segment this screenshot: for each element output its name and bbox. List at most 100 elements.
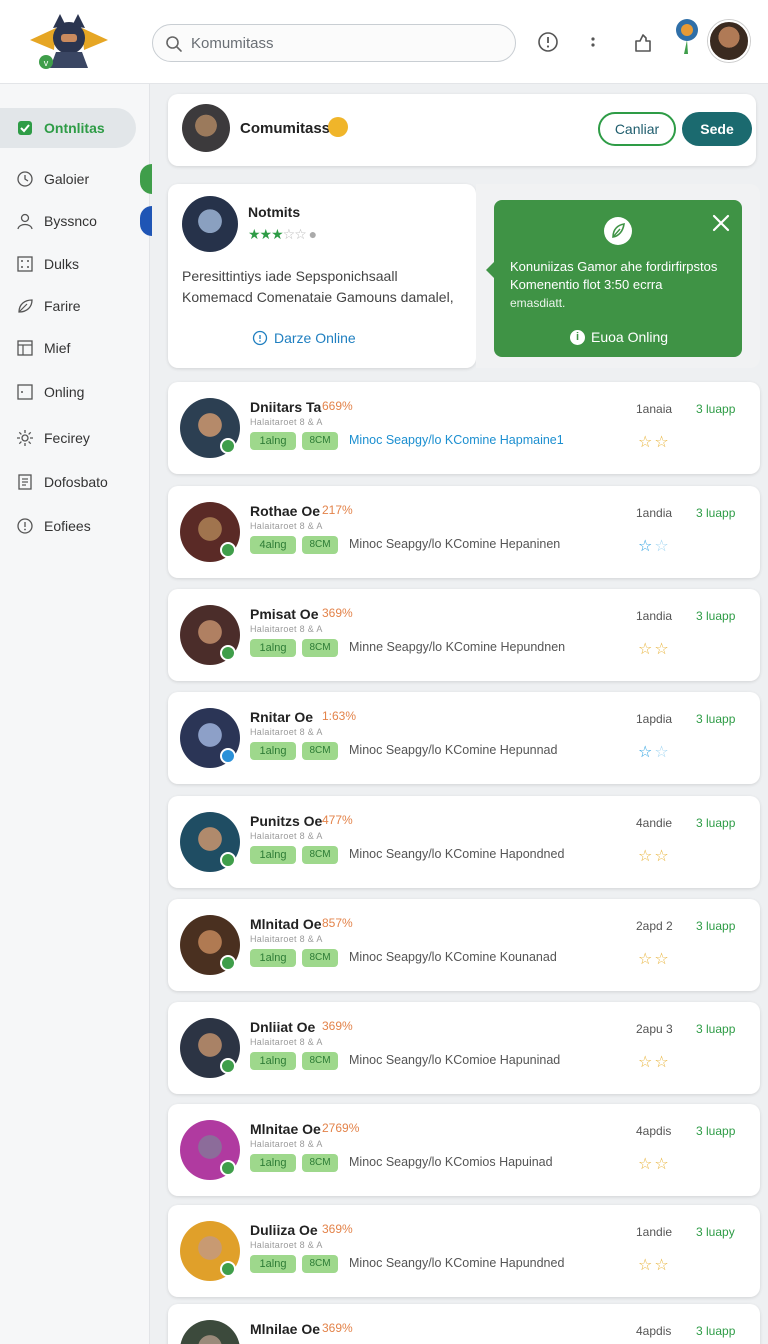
- tag-badge[interactable]: 8CM: [302, 949, 338, 967]
- player-avatar[interactable]: [180, 1320, 240, 1344]
- row-loop-link[interactable]: 3 luapp: [696, 1022, 735, 1036]
- tag-badge[interactable]: 1alng: [250, 432, 296, 450]
- star-rating-icon[interactable]: ☆☆: [638, 536, 671, 556]
- sidebar-item-ontnlitas[interactable]: Ontnlitas: [0, 108, 136, 148]
- player-percentage: 369%: [322, 1019, 353, 1033]
- table-row[interactable]: Punitzs Oe 477% Halaitaroet 8 & A 1alng 8CM M…: [168, 796, 760, 888]
- table-row[interactable]: Duliiza Oe 369% Halaitaroet 8 & A 1alng 8CM M…: [168, 1205, 760, 1297]
- player-subtitle: Halaitaroet 8 & A: [250, 1240, 323, 1250]
- sidebar-item-dulks[interactable]: Dulks: [0, 244, 150, 284]
- sidebar-tab-green[interactable]: [140, 164, 152, 194]
- user-icon: [17, 213, 33, 230]
- star-rating-icon[interactable]: ☆☆: [638, 1255, 671, 1275]
- tag-badge[interactable]: 1alng: [250, 1255, 296, 1273]
- star-rating-icon[interactable]: ☆☆: [638, 949, 671, 969]
- status-badge-icon: [220, 542, 236, 558]
- table-row[interactable]: Rothae Oe 217% Halaitaroet 8 & A 4alng 8CM Mi…: [168, 486, 760, 578]
- player-percentage: 369%: [322, 1321, 353, 1335]
- sidebar-item-label: Farire: [44, 298, 81, 314]
- profile-link-label: Darze Online: [274, 330, 356, 346]
- star-rating-icon[interactable]: ☆☆: [638, 432, 671, 452]
- search-input[interactable]: [191, 33, 501, 53]
- sidebar-item-mief[interactable]: Mief: [0, 328, 150, 368]
- send-button[interactable]: Sede: [682, 112, 752, 146]
- tag-badge[interactable]: 1alng: [250, 1052, 296, 1070]
- status-badge-icon: [220, 1160, 236, 1176]
- row-loop-link[interactable]: 3 luapp: [696, 506, 735, 520]
- tag-badge[interactable]: 8CM: [302, 639, 338, 657]
- tag-badge[interactable]: 8CM: [302, 742, 338, 760]
- star-rating-icon[interactable]: ☆☆: [638, 1052, 671, 1072]
- star-rating-icon[interactable]: ☆☆: [638, 742, 671, 762]
- player-description: Minoc Seapgy/lo KComine Kounanad: [349, 950, 557, 964]
- row-loop-link[interactable]: 3 luapp: [696, 816, 735, 830]
- tag-badge[interactable]: 4alng: [250, 536, 296, 554]
- player-percentage: 857%: [322, 916, 353, 930]
- profile-name: Notmits: [248, 204, 301, 220]
- sidebar-item-farire[interactable]: Farire: [0, 286, 150, 326]
- community-title: Comumitass: [240, 120, 331, 137]
- table-row[interactable]: Mlnitad Oe 857% Halaitaroet 8 & A 1alng 8CM M…: [168, 899, 760, 991]
- sidebar-item-eofiees[interactable]: Eofiees: [0, 506, 150, 546]
- table-row[interactable]: Pmisat Oe 369% Halaitaroet 8 & A 1alng 8CM Mi…: [168, 589, 760, 681]
- tag-badge[interactable]: 8CM: [302, 846, 338, 864]
- tag-badge[interactable]: 1alng: [250, 742, 296, 760]
- player-description: Minoc Seapgy/lo KComine Hapmaine1: [349, 433, 564, 447]
- tag-badge[interactable]: 1alng: [250, 949, 296, 967]
- row-loop-link[interactable]: 3 luapp: [696, 1324, 735, 1338]
- sidebar-item-fecirey[interactable]: Fecirey: [0, 418, 150, 458]
- star-rating-icon[interactable]: ☆☆: [638, 639, 671, 659]
- player-subtitle: Halaitaroet 8 & A: [250, 417, 323, 427]
- tag-badge[interactable]: 8CM: [302, 1154, 338, 1172]
- table-row[interactable]: Mlnitae Oe 2769% Halaitaroet 8 & A 1alng 8CM…: [168, 1104, 760, 1196]
- share-icon[interactable]: [631, 30, 655, 54]
- row-loop-link[interactable]: 3 luapp: [696, 919, 735, 933]
- player-name: Mlnitae Oe: [250, 1121, 321, 1137]
- tag-badge[interactable]: 8CM: [302, 1052, 338, 1070]
- leaf-icon: [18, 299, 33, 313]
- tag-badge[interactable]: 1alng: [250, 1154, 296, 1172]
- player-name: Mlnilae Oe: [250, 1321, 321, 1337]
- player-subtitle: Halaitaroet 8 & A: [250, 521, 323, 531]
- player-subtitle: Halaitaroet 8 & A: [250, 624, 323, 634]
- app-logo[interactable]: v: [26, 10, 112, 70]
- top-header: v: [0, 0, 768, 84]
- row-loop-link[interactable]: 3 luapp: [696, 712, 735, 726]
- star-rating-icon[interactable]: ☆☆: [638, 846, 671, 866]
- player-description: Minoc Seapgy/lo KComine Hepunnad: [349, 743, 558, 757]
- sidebar-item-dofosbato[interactable]: Dofosbato: [0, 462, 150, 502]
- sidebar-item-byssnco[interactable]: Byssnco: [0, 201, 150, 241]
- sidebar-item-onling[interactable]: Onling: [0, 372, 150, 412]
- row-meta: 1andia: [636, 506, 673, 520]
- search-bar[interactable]: [152, 24, 516, 62]
- table-row[interactable]: Dniitars Ta 669% Halaitaroet 8 & A 1alng 8CM…: [168, 382, 760, 474]
- row-loop-link[interactable]: 3 luapp: [696, 402, 735, 416]
- row-loop-link[interactable]: 3 luapp: [696, 1124, 735, 1138]
- more-icon[interactable]: [581, 30, 605, 54]
- star-rating-icon[interactable]: ☆☆: [638, 1154, 671, 1174]
- info-icon[interactable]: [536, 30, 560, 54]
- profile-online-link[interactable]: Darze Online: [252, 330, 356, 346]
- row-loop-link[interactable]: 3 luapy: [696, 1225, 735, 1239]
- tag-badge[interactable]: 8CM: [302, 536, 338, 554]
- user-avatar[interactable]: [708, 20, 750, 62]
- player-percentage: 477%: [322, 813, 353, 827]
- player-percentage: 1:63%: [322, 709, 357, 723]
- player-name: Dnliiat Oe: [250, 1019, 316, 1035]
- table-row[interactable]: Rnitar Oe 1:63% Halaitaroet 8 & A 1alng 8CM M…: [168, 692, 760, 784]
- tag-badge[interactable]: 8CM: [302, 1255, 338, 1273]
- table-row[interactable]: Mlnilae Oe 369% 4apdis 3 luapp: [168, 1304, 760, 1344]
- table-row[interactable]: Dnliiat Oe 369% Halaitaroet 8 & A 1alng 8CM M…: [168, 1002, 760, 1094]
- sidebar-tab-blue[interactable]: [140, 206, 152, 236]
- close-icon[interactable]: [710, 212, 732, 234]
- toast-online-link[interactable]: i Euoa Onling: [570, 329, 668, 345]
- sidebar-item-galoier[interactable]: Galoier: [0, 159, 150, 199]
- cancel-button[interactable]: Canliar: [598, 112, 676, 146]
- location-pin-icon[interactable]: [674, 18, 700, 56]
- tag-badge[interactable]: 8CM: [302, 432, 338, 450]
- player-name: Pmisat Oe: [250, 606, 319, 622]
- row-meta: 2apu 3: [636, 1022, 673, 1036]
- row-loop-link[interactable]: 3 luapp: [696, 609, 735, 623]
- tag-badge[interactable]: 1alng: [250, 639, 296, 657]
- tag-badge[interactable]: 1alng: [250, 846, 296, 864]
